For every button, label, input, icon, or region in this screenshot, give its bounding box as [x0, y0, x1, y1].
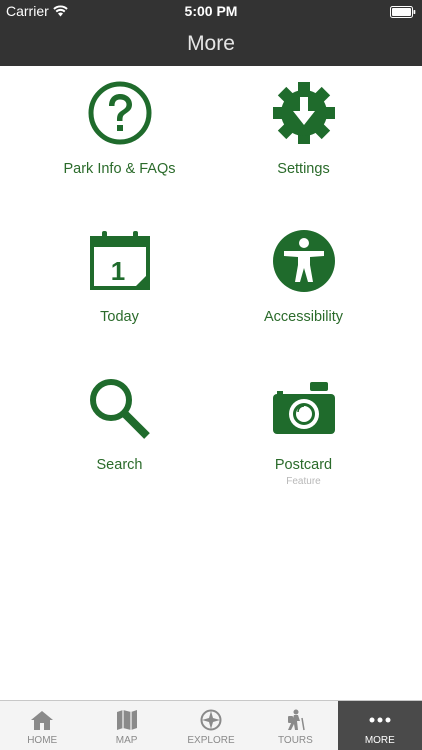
tab-label: MORE — [364, 735, 395, 746]
calendar-icon: 1 — [89, 231, 150, 290]
camera-icon — [272, 382, 335, 434]
menu-item-label: Park Info & FAQs — [63, 161, 176, 177]
menu-item-today[interactable]: 1 Today — [14, 214, 225, 354]
menu-item-sublabel: Feature — [286, 476, 321, 487]
tab-label: TOURS — [278, 735, 313, 746]
menu-item-accessibility[interactable]: Accessibility — [198, 214, 409, 354]
hiker-icon — [288, 709, 306, 731]
page-title: More — [187, 32, 235, 55]
tab-home[interactable]: HOME — [0, 701, 84, 750]
menu-item-park-info[interactable]: Park Info & FAQs — [14, 66, 225, 206]
tab-map[interactable]: MAP — [84, 701, 168, 750]
menu-item-label: Postcard — [274, 457, 333, 473]
menu-item-label: Settings — [277, 161, 330, 177]
map-icon — [116, 710, 137, 730]
house-icon — [31, 711, 54, 730]
magnifier-icon — [89, 379, 150, 439]
question-circle-icon — [88, 81, 151, 145]
menu-item-search[interactable]: Search — [14, 362, 225, 502]
menu-item-label: Today — [100, 309, 139, 325]
menu-item-label: Accessibility — [264, 309, 343, 325]
menu-item-postcard[interactable]: Postcard Feature — [198, 362, 409, 502]
calendar-day-number: 1 — [110, 256, 124, 286]
ellipsis-icon — [369, 717, 391, 723]
status-time: 5:00 PM — [184, 3, 238, 19]
tab-label: EXPLORE — [187, 735, 235, 746]
status-bar: Carrier 5:00 PM — [0, 0, 422, 22]
tab-label: MAP — [115, 735, 138, 746]
accessibility-icon — [272, 230, 335, 292]
menu-item-label: Search — [96, 457, 143, 473]
nav-bar: More — [0, 22, 422, 66]
battery-icon — [390, 5, 416, 21]
gear-download-icon — [272, 82, 335, 144]
compass-icon — [200, 709, 222, 731]
tab-tours[interactable]: TOURS — [253, 701, 337, 750]
tab-label: HOME — [27, 735, 58, 746]
tab-more[interactable]: MORE — [337, 701, 422, 750]
menu-item-settings[interactable]: Settings — [198, 66, 409, 206]
tab-bar: HOME MAP EXPLORE TOURS MORE — [0, 700, 422, 750]
tab-explore[interactable]: EXPLORE — [169, 701, 253, 750]
